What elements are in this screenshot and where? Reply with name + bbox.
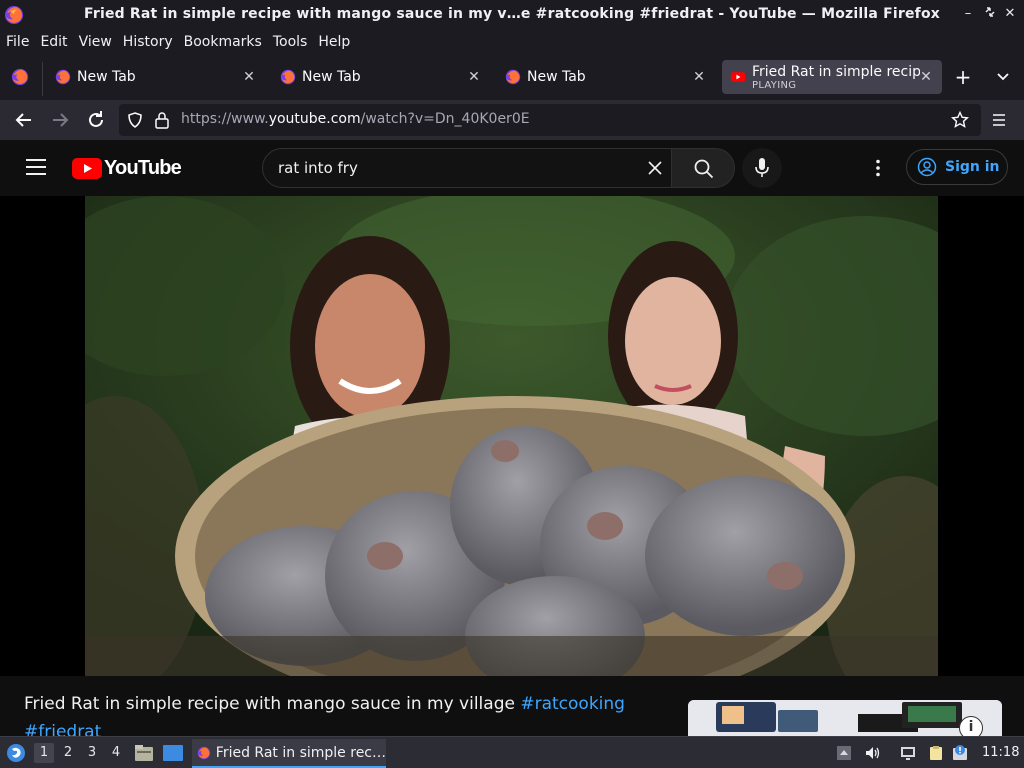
taskbar-window-label: Fried Rat in simple rec… [215,744,386,761]
menu-edit[interactable]: Edit [40,34,67,50]
search-input[interactable]: rat into fry [262,148,672,188]
shield-icon[interactable] [127,112,143,128]
restore-icon[interactable] [982,6,998,22]
reload-icon[interactable] [84,108,108,132]
system-taskbar: 1 2 3 4 Fried Rat in simple rec… 11:18 [0,736,1024,768]
window-title: Fried Rat in simple recipe with mango sa… [83,6,941,22]
minimize-icon[interactable]: – [960,6,976,22]
url-prefix: https://www. [181,111,269,127]
close-tab-icon[interactable]: ✕ [466,69,482,85]
bookmark-star-icon[interactable] [951,111,969,129]
youtube-favicon-icon [730,72,746,82]
show-desktop-icon[interactable] [162,744,184,762]
menu-help[interactable]: Help [318,34,350,50]
tab-new-tab-3[interactable]: New Tab ✕ [505,60,715,94]
file-manager-icon[interactable] [134,744,154,762]
tab-label: New Tab [527,69,586,85]
url-bar[interactable]: https://www.youtube.com/watch?v=Dn_40K0e… [119,104,981,136]
tab-separator [42,62,43,96]
sign-in-button[interactable]: Sign in [906,149,1008,185]
search-icon [694,159,714,179]
navigation-bar: https://www.youtube.com/watch?v=Dn_40K0e… [0,100,1024,140]
clipboard-icon[interactable] [928,745,944,761]
search-button[interactable] [671,148,735,188]
hashtag-link[interactable]: #ratcooking [520,694,625,714]
more-options-vertical-dots-icon[interactable] [875,159,881,177]
list-tabs-chevron-down-icon[interactable] [996,71,1010,83]
youtube-logo[interactable]: YouTube [72,156,182,180]
clear-search-icon[interactable] [647,160,663,176]
menu-file[interactable]: File [6,34,29,50]
youtube-play-logo-icon [72,157,102,179]
firefox-favicon-icon [280,69,296,85]
youtube-logo-text: YouTube [104,156,182,179]
workspace-1[interactable]: 1 [34,743,54,763]
close-window-icon[interactable]: ✕ [1002,6,1018,22]
tray-arrow-up-icon[interactable] [836,745,852,761]
menu-bar: File Edit View History Bookmarks Tools H… [0,30,1024,54]
firefox-favicon-icon [55,69,71,85]
start-menu-icon[interactable] [6,743,26,763]
forward-arrow-icon[interactable] [48,108,72,132]
close-tab-icon[interactable]: ✕ [918,69,934,85]
hamburger-menu-icon[interactable] [991,112,1007,128]
tab-new-tab-2[interactable]: New Tab ✕ [280,60,490,94]
menu-bookmarks[interactable]: Bookmarks [184,34,262,50]
video-player-area [0,196,1024,676]
workspace-2[interactable]: 2 [58,743,78,763]
ad-image [688,700,1002,736]
voice-search-button[interactable] [742,148,782,188]
tab-label: Fried Rat in simple recipe [752,63,920,80]
close-tab-icon[interactable]: ✕ [691,69,707,85]
tab-playing-status: PLAYING [752,79,797,91]
network-display-icon[interactable] [900,745,916,761]
url-path: /watch?v=Dn_40K0er0E [360,111,530,127]
firefox-icon [197,746,211,759]
workspace-3[interactable]: 3 [82,743,102,763]
new-tab-plus-icon[interactable]: + [954,67,972,87]
tab-strip: New Tab ✕ New Tab ✕ New Tab ✕ Fried Rat … [0,54,1024,100]
lock-icon[interactable] [154,111,170,129]
update-notification-icon[interactable] [952,745,968,761]
ad-thumbnail[interactable] [688,700,1002,736]
video-frame-image [85,196,938,676]
taskbar-firefox-window[interactable]: Fried Rat in simple rec… [192,739,386,768]
window-titlebar: Fried Rat in simple recipe with mango sa… [0,0,1024,30]
tab-new-tab-1[interactable]: New Tab ✕ [55,60,265,94]
account-circle-icon [917,157,937,177]
url-text[interactable]: https://www.youtube.com/watch?v=Dn_40K0e… [181,111,530,127]
tab-youtube-video[interactable]: Fried Rat in simple recipe PLAYING ✕ [722,60,942,94]
video-title-text: Fried Rat in simple recipe with mango sa… [24,694,521,714]
guide-menu-icon[interactable] [26,158,46,176]
volume-icon[interactable] [864,745,880,761]
back-arrow-icon[interactable] [12,108,36,132]
youtube-header: YouTube rat into fry Sign in [0,140,1024,196]
firefox-favicon-icon [505,69,521,85]
firefox-view-icon[interactable] [11,68,29,86]
search-input-value: rat into fry [278,159,358,177]
menu-history[interactable]: History [123,34,173,50]
menu-tools[interactable]: Tools [273,34,308,50]
tab-label: New Tab [302,69,361,85]
microphone-icon [755,158,769,177]
menu-view[interactable]: View [79,34,112,50]
video-player[interactable] [85,196,938,676]
url-domain: youtube.com [268,111,361,127]
close-tab-icon[interactable]: ✕ [241,69,257,85]
clock: 11:18 [982,745,1020,760]
tab-label: New Tab [77,69,136,85]
sign-in-label: Sign in [945,159,1000,175]
workspace-4[interactable]: 4 [106,743,126,763]
